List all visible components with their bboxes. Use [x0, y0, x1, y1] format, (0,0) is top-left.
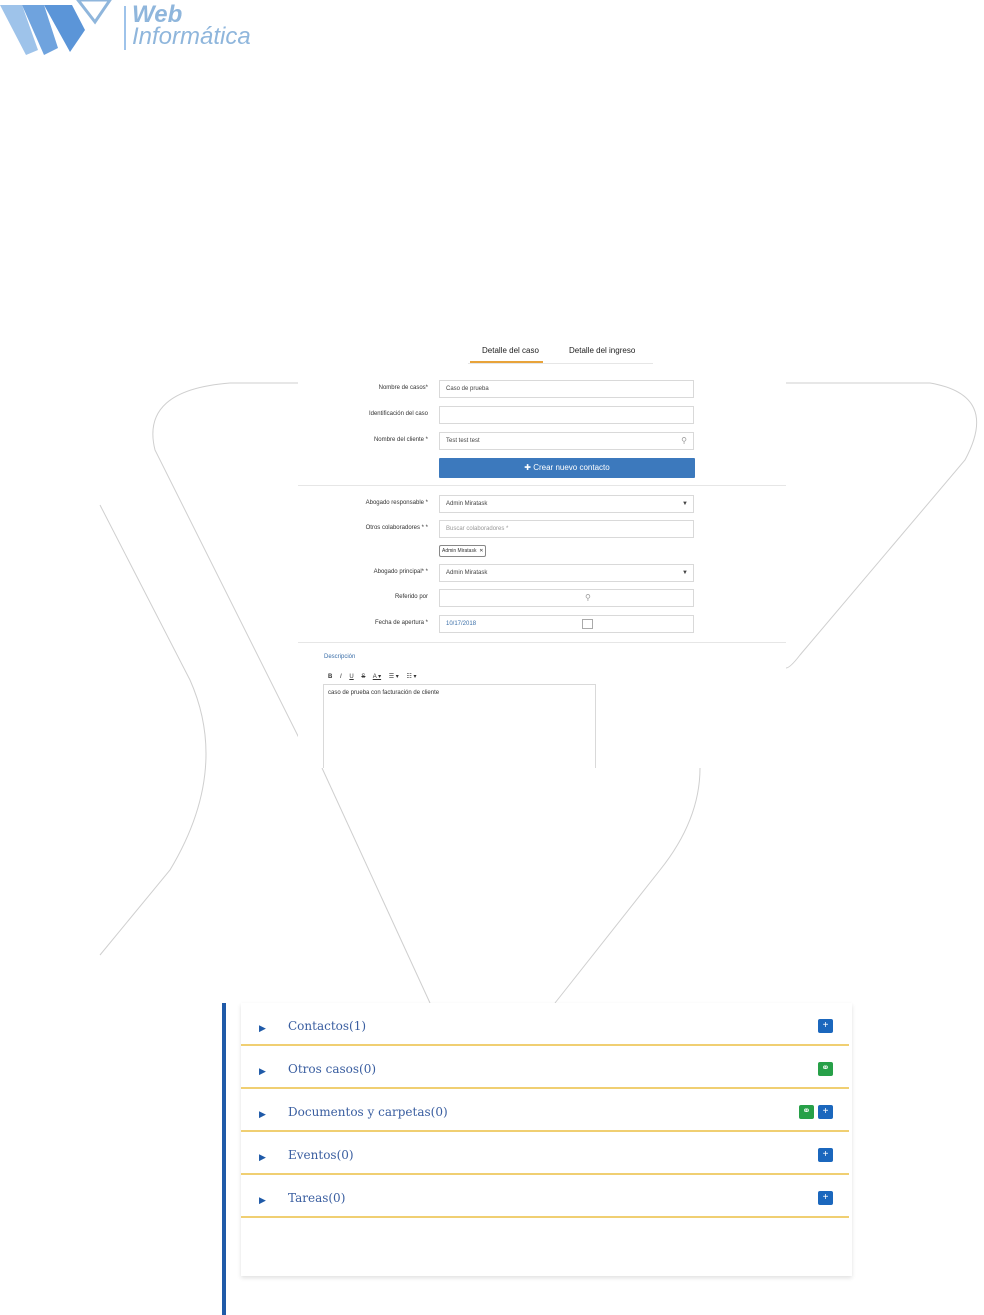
expand-arrow-icon[interactable]: ▶ — [259, 1066, 266, 1077]
case-name-label: Nombre de casos* — [378, 385, 428, 391]
bold-button[interactable]: B — [328, 674, 332, 680]
opening-date-label: Fecha de apertura * — [374, 620, 428, 626]
link-case-button[interactable]: ⚭ — [818, 1062, 833, 1076]
tab-case-detail[interactable]: Detalle del caso — [482, 346, 539, 355]
tab-income-detail[interactable]: Detalle del ingreso — [569, 346, 635, 355]
accordion-row-events[interactable]: ▶ Eventos(0) + — [241, 1132, 849, 1175]
accordion-title-events[interactable]: Eventos(0) — [288, 1148, 354, 1162]
bullet-list-button[interactable]: ☰ ▾ — [389, 674, 399, 680]
expand-arrow-icon[interactable]: ▶ — [259, 1023, 266, 1034]
opening-date-row: Fecha de apertura * 10/17/2018 — [298, 615, 786, 635]
accordion-row-tasks[interactable]: ▶ Tareas(0) + — [241, 1175, 849, 1218]
expand-arrow-icon[interactable]: ▶ — [259, 1195, 266, 1206]
expand-arrow-icon[interactable]: ▶ — [259, 1109, 266, 1120]
responsible-lawyer-label: Abogado responsable * — [365, 500, 428, 506]
responsible-lawyer-select[interactable]: Admin Miratask ▼ — [439, 495, 694, 513]
numbered-list-button[interactable]: ☷ ▾ — [407, 674, 417, 680]
panel-accent-bar — [222, 1003, 226, 1315]
opening-date-value: 10/17/2018 — [446, 621, 477, 627]
logo-text-informatica: Informática — [132, 23, 251, 50]
link-document-button[interactable]: ⚭ — [799, 1105, 814, 1119]
tab-bar: Detalle del caso Detalle del ingreso — [468, 341, 653, 364]
case-form-panel: Detalle del caso Detalle del ingreso Nom… — [298, 333, 786, 768]
create-contact-label: Crear nuevo contacto — [533, 463, 610, 472]
main-lawyer-row: Abogado principal* * Admin Miratask ▼ — [298, 564, 786, 584]
referred-by-label: Referido por — [394, 594, 428, 600]
add-contact-button[interactable]: + — [818, 1019, 833, 1033]
add-task-button[interactable]: + — [818, 1191, 833, 1205]
plus-icon: ✚ — [524, 463, 531, 472]
related-items-panel: ▶ Contactos(1) + ▶ Otros casos(0) ⚭ ▶ Do… — [222, 1003, 852, 1315]
add-document-button[interactable]: + — [818, 1105, 833, 1119]
case-id-row: Identificación del caso — [298, 406, 786, 426]
collaborator-chip-label: Admin Miratask — [442, 548, 477, 554]
collaborator-chip[interactable]: Admin Miratask ✕ — [439, 545, 487, 557]
accordion-title-contacts[interactable]: Contactos(1) — [288, 1019, 366, 1033]
calendar-icon[interactable] — [582, 619, 593, 629]
opening-date-input[interactable]: 10/17/2018 — [439, 615, 694, 633]
italic-button[interactable]: I — [340, 674, 342, 680]
case-id-input[interactable] — [439, 406, 694, 424]
logo-mark-icon — [0, 0, 112, 55]
client-name-value: Test test test — [446, 438, 480, 444]
accordion-row-contacts[interactable]: ▶ Contactos(1) + — [241, 1003, 849, 1046]
accordion-row-other-cases[interactable]: ▶ Otros casos(0) ⚭ — [241, 1046, 849, 1089]
case-id-label: Identificación del caso — [368, 411, 428, 417]
referred-by-input[interactable]: ⚲ — [439, 589, 694, 607]
accordion-title-documents[interactable]: Documentos y carpetas(0) — [288, 1105, 448, 1119]
expand-arrow-icon[interactable]: ▶ — [259, 1152, 266, 1163]
case-name-row: Nombre de casos* Caso de prueba — [298, 380, 786, 400]
active-tab-indicator — [470, 361, 543, 363]
search-icon[interactable]: ⚲ — [681, 433, 687, 449]
underline-button[interactable]: U — [349, 674, 353, 680]
client-name-row: Nombre del cliente * Test test test ⚲ — [298, 432, 786, 452]
description-label: Descripción — [324, 654, 356, 660]
section-divider — [298, 485, 786, 486]
text-color-button[interactable]: A ▾ — [373, 674, 381, 680]
main-lawyer-value: Admin Miratask — [446, 570, 488, 576]
editor-toolbar: B I U S A ▾ ☰ ▾ ☷ ▾ — [328, 673, 423, 680]
dropdown-caret-icon: ▼ — [682, 570, 688, 576]
remove-chip-icon[interactable]: ✕ — [478, 548, 483, 554]
main-lawyer-label: Abogado principal* * — [373, 569, 428, 575]
accordion-card: ▶ Contactos(1) + ▶ Otros casos(0) ⚭ ▶ Do… — [241, 1003, 852, 1276]
description-editor[interactable]: caso de prueba con facturación de client… — [323, 684, 596, 768]
create-contact-button[interactable]: ✚ Crear nuevo contacto — [439, 458, 695, 478]
webinformatica-logo: Web Informática — [0, 0, 270, 60]
collaborators-label: Otros colaboradores * * — [365, 525, 428, 531]
client-name-input[interactable]: Test test test ⚲ — [439, 432, 694, 450]
accordion-title-tasks[interactable]: Tareas(0) — [288, 1191, 345, 1205]
collaborators-search-input[interactable]: Buscar colaboradores * — [439, 520, 694, 538]
search-icon[interactable]: ⚲ — [585, 590, 591, 606]
section-divider — [298, 642, 786, 643]
responsible-lawyer-row: Abogado responsable * Admin Miratask ▼ — [298, 495, 786, 515]
case-name-input[interactable]: Caso de prueba — [439, 380, 694, 398]
dropdown-caret-icon: ▼ — [682, 501, 688, 507]
strikethrough-button[interactable]: S — [361, 674, 365, 680]
accordion-title-other-cases[interactable]: Otros casos(0) — [288, 1062, 376, 1076]
add-event-button[interactable]: + — [818, 1148, 833, 1162]
responsible-lawyer-value: Admin Miratask — [446, 501, 488, 507]
main-lawyer-select[interactable]: Admin Miratask ▼ — [439, 564, 694, 582]
referred-by-row: Referido por ⚲ — [298, 589, 786, 609]
client-name-label: Nombre del cliente * — [373, 437, 428, 443]
collaborators-row: Otros colaboradores * * Buscar colaborad… — [298, 520, 786, 540]
accordion-row-documents[interactable]: ▶ Documentos y carpetas(0) ⚭ + — [241, 1089, 849, 1132]
